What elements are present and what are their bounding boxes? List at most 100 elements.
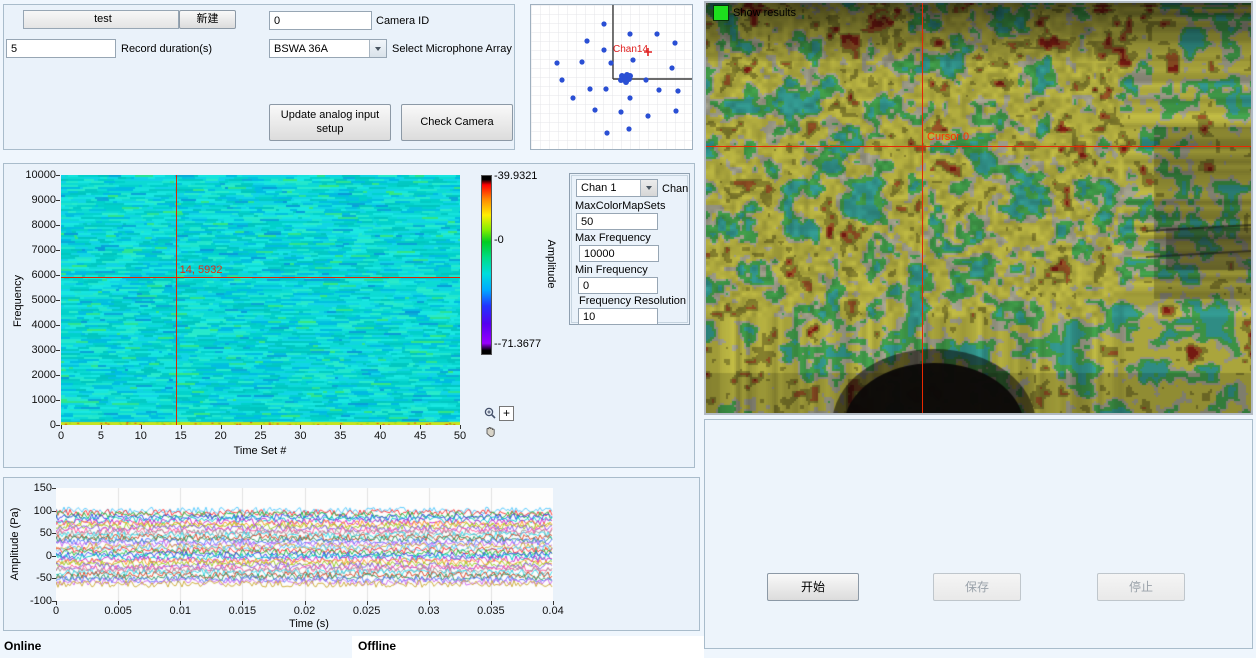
spectrogram-x-tick: 25 xyxy=(246,430,276,442)
check-camera-button[interactable]: Check Camera xyxy=(401,104,513,141)
waveform-x-tick: 0.01 xyxy=(158,605,202,617)
spectrogram-cursor-horizontal[interactable] xyxy=(61,277,460,278)
camera-cursor-vertical[interactable] xyxy=(922,3,923,413)
spectrogram-y-tick: 10000 xyxy=(16,169,56,181)
spectrogram-y-tick: 7000 xyxy=(16,244,56,256)
waveform-y-tick: 100 xyxy=(12,505,52,517)
waveform-x-tickmark xyxy=(305,601,306,605)
new-project-button[interactable]: 新建 xyxy=(179,10,236,29)
spectrogram-y-tick: 4000 xyxy=(16,319,56,331)
spectrogram-x-tickmark xyxy=(340,425,341,429)
spectrogram-panel: Frequency 14, 5932 Time Set # -39.9321 -… xyxy=(3,163,695,468)
waveform-x-tick: 0 xyxy=(34,605,78,617)
spectrogram-y-tickmark xyxy=(56,225,60,226)
cursor-tool-icon[interactable]: + xyxy=(499,406,514,421)
spectrogram-x-tick: 40 xyxy=(365,430,395,442)
maxcolormapsets-label: MaxColorMapSets xyxy=(575,200,665,212)
spectrogram-x-tickmark xyxy=(300,425,301,429)
amplitude-colorbar xyxy=(481,175,492,355)
chan-select[interactable]: Chan 1 xyxy=(576,179,658,197)
camera-cursor-horizontal[interactable] xyxy=(706,146,1251,147)
chevron-down-icon[interactable] xyxy=(369,40,386,57)
waveform-x-axis-label: Time (s) xyxy=(249,618,369,630)
spectrogram-cursor-label: 14, 5932 xyxy=(180,264,223,276)
colorbar-mid-label: -0 xyxy=(494,234,504,246)
spectrogram-x-axis-label: Time Set # xyxy=(220,445,300,457)
spectrogram-x-tick: 5 xyxy=(86,430,116,442)
frequency-resolution-label: Frequency Resolution xyxy=(579,295,686,307)
spectrogram-y-tickmark xyxy=(56,200,60,201)
mic-cursor-label: Chan14 xyxy=(613,44,648,55)
record-duration-label: Record duration(s) xyxy=(121,43,212,55)
spectrogram-y-tick: 5000 xyxy=(16,294,56,306)
camera-cursor-label: Cursor 0 xyxy=(927,131,969,143)
spectrogram-y-tickmark xyxy=(56,350,60,351)
waveform-x-tickmark xyxy=(429,601,430,605)
waveform-x-tickmark xyxy=(367,601,368,605)
min-frequency-input[interactable] xyxy=(578,277,658,294)
project-name-field[interactable]: test xyxy=(23,10,179,29)
mic-array-value: BSWA 36A xyxy=(270,43,369,55)
spectrogram-x-tickmark xyxy=(221,425,222,429)
waveform-x-tickmark xyxy=(242,601,243,605)
show-results-checkbox[interactable] xyxy=(713,5,729,21)
camera-view-frame: Show results Cursor 0 xyxy=(704,1,1253,415)
spectrogram-y-tick: 3000 xyxy=(16,344,56,356)
spectrogram-x-tick: 0 xyxy=(46,430,76,442)
analysis-controls-group: Chan 1 Chan MaxColorMapSets Max Frequenc… xyxy=(569,173,690,325)
colorbar-max-label: -39.9321 xyxy=(494,170,537,182)
mic-array-select[interactable]: BSWA 36A xyxy=(269,39,387,58)
max-frequency-label: Max Frequency xyxy=(575,232,651,244)
stop-button[interactable]: 停止 xyxy=(1097,573,1185,601)
mic-array-plot[interactable]: Chan14 xyxy=(530,4,693,150)
frequency-resolution-input[interactable] xyxy=(578,308,658,325)
spectrogram-x-tick: 35 xyxy=(325,430,355,442)
max-frequency-input[interactable] xyxy=(579,245,659,262)
waveform-y-tick: -50 xyxy=(12,572,52,584)
show-results-label: Show results xyxy=(733,7,796,19)
waveform-x-tick: 0.035 xyxy=(469,605,513,617)
action-panel: 开始 保存 停止 xyxy=(704,419,1253,649)
camera-acoustic-image[interactable] xyxy=(706,3,1251,413)
colorbar-axis-label: Amplitude xyxy=(545,229,557,299)
waveform-y-tick: 50 xyxy=(12,527,52,539)
spectrogram-y-tickmark xyxy=(56,300,60,301)
spectrogram-y-tickmark xyxy=(56,250,60,251)
chan-select-value: Chan 1 xyxy=(577,182,640,194)
spectrogram-x-tickmark xyxy=(141,425,142,429)
spectrogram-x-tickmark xyxy=(460,425,461,429)
min-frequency-label: Min Frequency xyxy=(575,264,648,276)
waveform-x-tickmark xyxy=(118,601,119,605)
waveform-y-tickmark xyxy=(52,511,56,512)
waveform-x-tick: 0.04 xyxy=(531,605,575,617)
mic-array-scatter xyxy=(531,5,692,149)
spectrogram-canvas[interactable] xyxy=(61,175,460,425)
spectrogram-y-tick: 6000 xyxy=(16,269,56,281)
camera-id-input[interactable] xyxy=(269,11,372,30)
waveform-y-tickmark xyxy=(52,533,56,534)
zoom-tool-icon[interactable] xyxy=(483,406,498,421)
waveform-panel: Amplitude (Pa) Time (s) 150100500-50-100… xyxy=(3,477,700,631)
waveform-y-tick: 150 xyxy=(12,482,52,494)
chan-label: Chan xyxy=(662,183,688,195)
spectrogram-cursor-vertical[interactable] xyxy=(176,175,177,425)
spectrogram-y-tickmark xyxy=(56,175,60,176)
waveform-x-tick: 0.025 xyxy=(345,605,389,617)
update-analog-input-button[interactable]: Update analog input setup xyxy=(269,104,391,141)
save-button[interactable]: 保存 xyxy=(933,573,1021,601)
spectrogram-x-tick: 10 xyxy=(126,430,156,442)
waveform-y-tickmark xyxy=(52,578,56,579)
pan-hand-tool-icon[interactable] xyxy=(483,424,498,439)
spectrogram-x-tickmark xyxy=(101,425,102,429)
waveform-x-tickmark xyxy=(180,601,181,605)
spectrogram-y-tick: 8000 xyxy=(16,219,56,231)
chevron-down-icon[interactable] xyxy=(640,180,657,196)
start-button[interactable]: 开始 xyxy=(767,573,859,601)
waveform-canvas[interactable] xyxy=(56,488,553,601)
record-duration-input[interactable] xyxy=(6,39,116,58)
mic-array-label: Select Microphone Array xyxy=(392,43,512,55)
maxcolormapsets-input[interactable] xyxy=(576,213,658,230)
acoustic-camera-app: test 新建 Record duration(s) Camera ID BSW… xyxy=(0,0,1256,658)
spectrogram-x-tick: 20 xyxy=(206,430,236,442)
spectrogram-x-tick: 45 xyxy=(405,430,435,442)
